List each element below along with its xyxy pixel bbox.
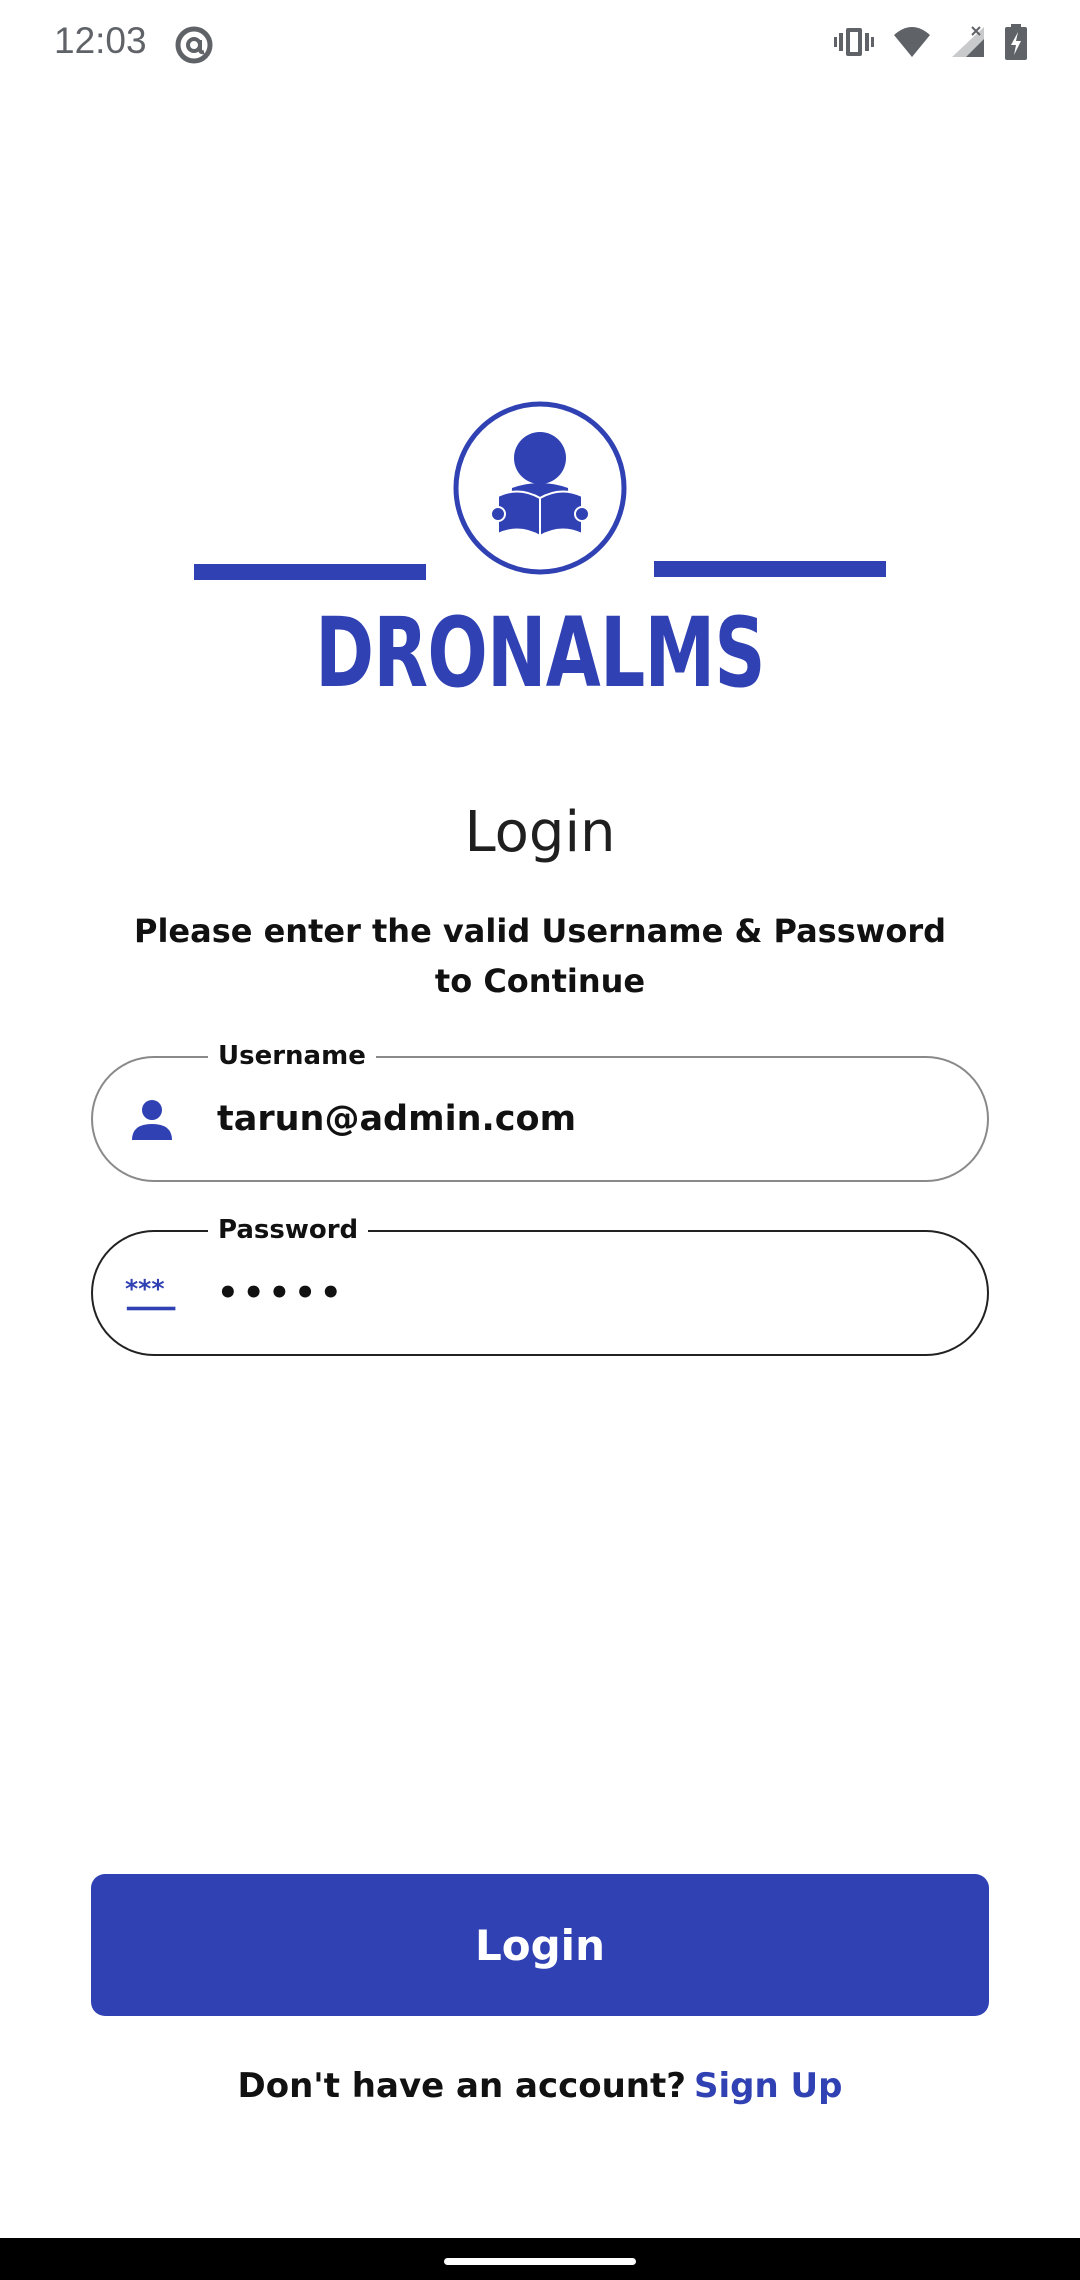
signup-line: Don't have an account? Sign Up	[0, 2066, 1080, 2106]
logo-line-left	[194, 564, 426, 580]
reader-emblem-icon	[453, 401, 627, 575]
password-dots-icon: ***	[125, 1275, 176, 1311]
home-indicator[interactable]	[444, 2258, 636, 2265]
battery-charging-icon	[1005, 24, 1027, 60]
status-bar: 12:03	[0, 0, 1080, 92]
password-input[interactable]: •••••	[217, 1232, 937, 1354]
navigation-bar	[0, 2238, 1080, 2280]
person-icon	[132, 1100, 172, 1140]
logo-wordmark: DRONALMS	[315, 597, 765, 709]
signup-prompt: Don't have an account?	[237, 2066, 686, 2106]
username-input[interactable]	[217, 1058, 937, 1180]
status-time: 12:03	[54, 20, 147, 61]
username-field[interactable]: Username	[91, 1039, 989, 1182]
password-field[interactable]: Password *** •••••	[91, 1213, 989, 1356]
login-button[interactable]: Login	[91, 1874, 989, 2016]
signup-link[interactable]: Sign Up	[694, 2066, 842, 2106]
page-subtitle: Please enter the valid Username & Passwo…	[133, 912, 946, 1000]
at-sign-icon	[175, 26, 213, 64]
app-logo: DRONALMS	[190, 395, 890, 715]
signal-icon	[952, 26, 984, 57]
svg-text:***: ***	[125, 1275, 165, 1304]
page-title: Login	[464, 800, 616, 865]
vibrate-icon	[834, 28, 874, 56]
wifi-icon	[894, 27, 930, 57]
logo-line-right	[654, 561, 886, 577]
status-icons	[834, 24, 1028, 60]
